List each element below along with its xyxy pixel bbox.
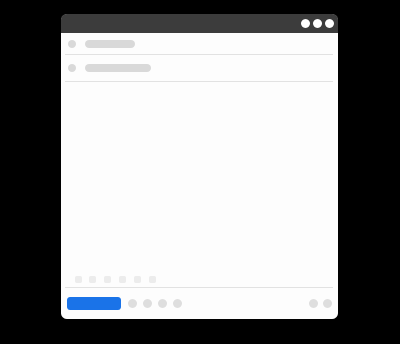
attach-icon[interactable] [128,299,137,308]
message-body[interactable] [65,84,333,274]
person-icon [68,40,76,48]
compose-window [61,14,338,319]
subject-field[interactable] [61,56,338,82]
divider [65,287,333,288]
photo-icon[interactable] [158,299,167,308]
bold-icon[interactable] [119,276,126,283]
trash-icon[interactable] [323,299,332,308]
send-button[interactable] [67,297,121,310]
close-icon[interactable] [325,19,334,28]
subject-placeholder [85,64,151,72]
undo-icon[interactable] [75,276,82,283]
maximize-icon[interactable] [313,19,322,28]
minimize-icon[interactable] [301,19,310,28]
link-icon[interactable] [149,276,156,283]
link-icon[interactable] [143,299,152,308]
more-icon[interactable] [309,299,318,308]
redo-icon[interactable] [89,276,96,283]
tag-icon [68,64,76,72]
divider [65,81,333,82]
recipients-placeholder [85,40,135,48]
font-icon[interactable] [104,276,111,283]
title-bar [61,14,338,33]
divider [65,54,333,55]
italic-icon[interactable] [134,276,141,283]
emoji-icon[interactable] [173,299,182,308]
